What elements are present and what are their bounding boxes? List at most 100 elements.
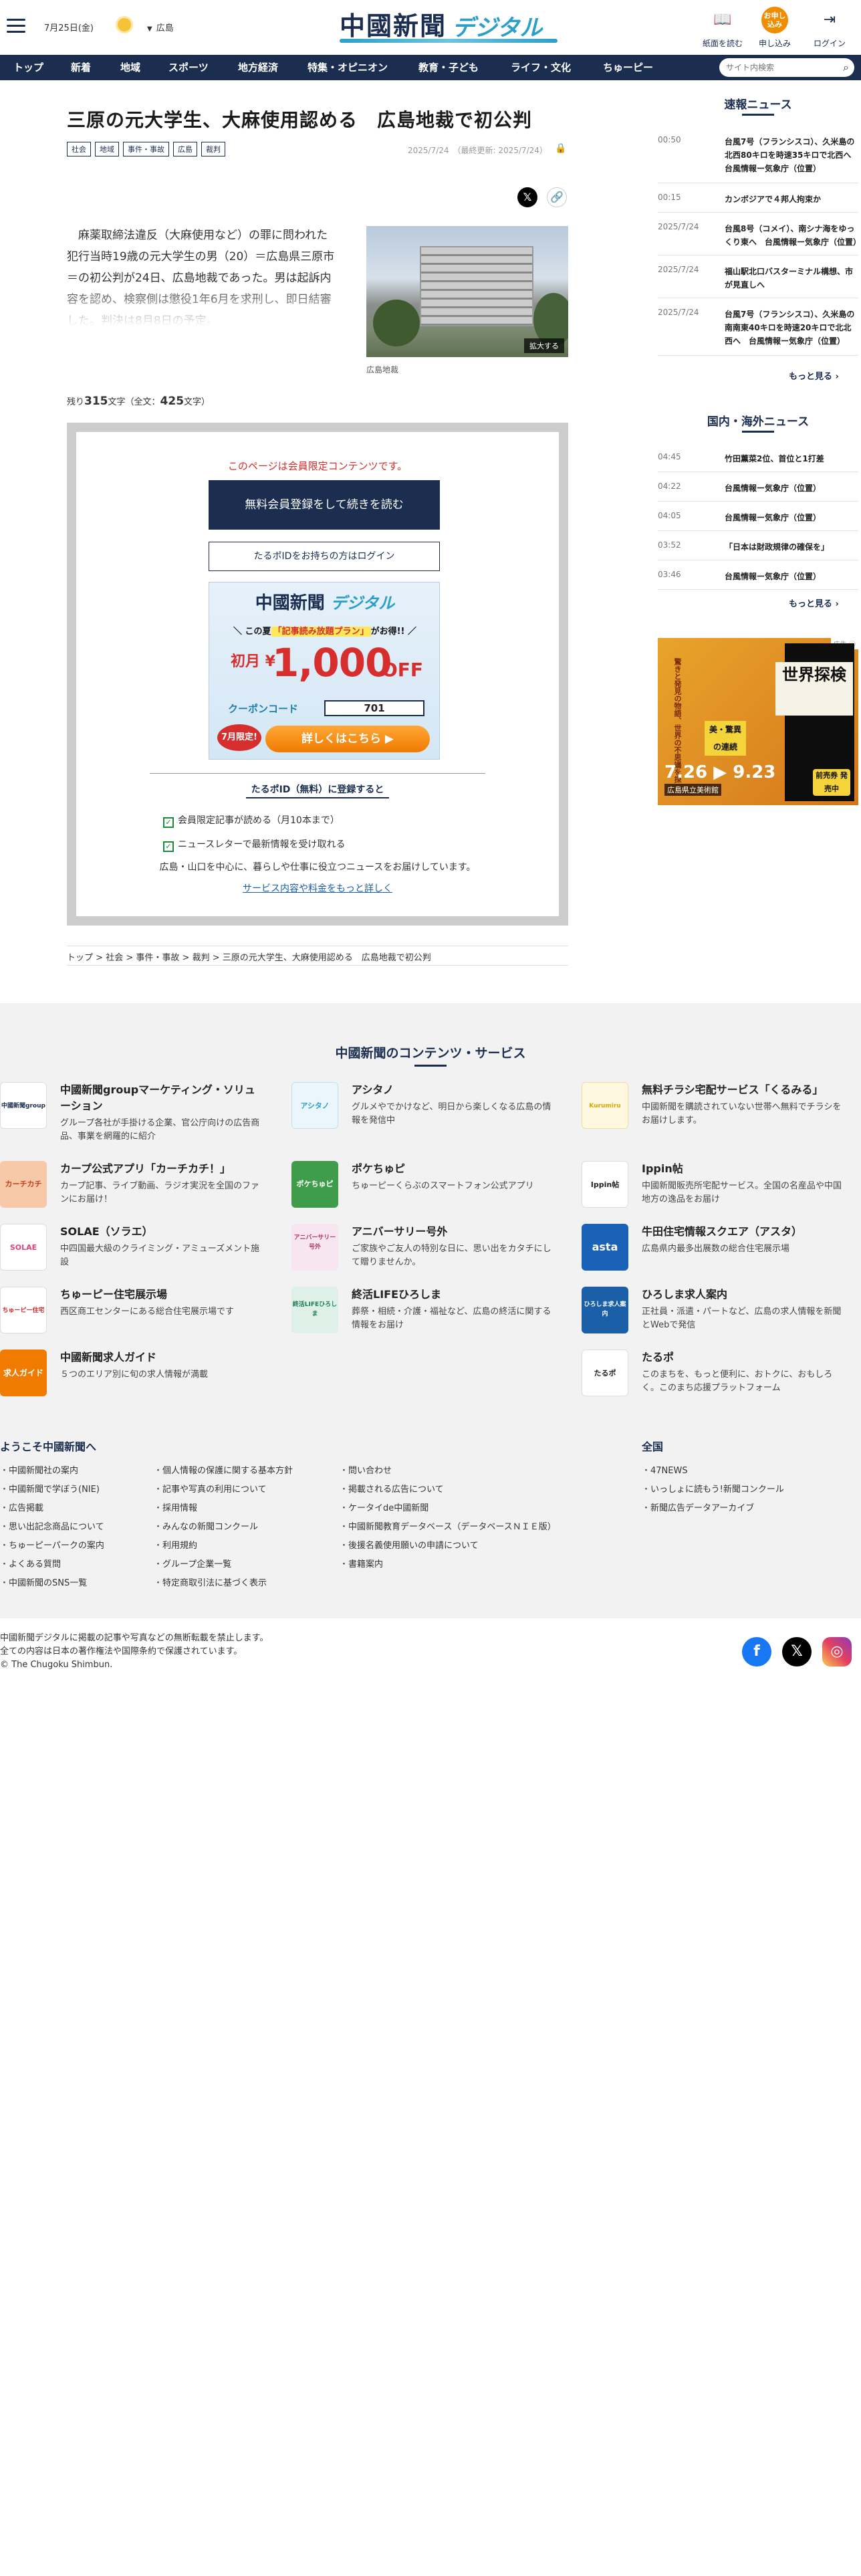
nav-education[interactable]: 教育・子ども <box>418 55 479 80</box>
service-desc: ５つのエリア別に旬の求人情報が満載 <box>60 1370 209 1380</box>
world-more-link[interactable]: もっと見る › <box>789 597 839 609</box>
breadcrumb-item[interactable]: 事件・事故 <box>136 953 179 963</box>
service-item[interactable]: アニバーサリー号外 アニバーサリー号外 ご家族やご友人の特別な日に、思い出をカタ… <box>291 1224 552 1277</box>
lock-icon: 🔒 <box>555 143 567 154</box>
breaking-news-item[interactable]: 00:15 カンボジアで４邦人拘束か <box>658 193 858 213</box>
footer-link[interactable]: 47NEWS <box>642 1463 688 1476</box>
menu-icon[interactable] <box>7 19 25 33</box>
login-label: ログイン <box>813 39 846 48</box>
breadcrumb-item[interactable]: 社会 <box>106 953 123 963</box>
national-heading: 全国 <box>642 1440 664 1453</box>
footer-link[interactable]: よくある質問 <box>0 1557 61 1570</box>
region-selector[interactable]: ▼ 広島 <box>147 21 174 33</box>
ad-title: 世界探検 <box>775 662 853 716</box>
nav-economy[interactable]: 地方経済 <box>238 55 278 80</box>
free-register-button[interactable]: 無料会員登録をして続きを読む <box>209 480 440 530</box>
service-name: カープ公式アプリ「カーチカチ！」 <box>60 1162 231 1175</box>
footer-link[interactable]: 書籍案内 <box>340 1557 383 1570</box>
world-news-item[interactable]: 04:05 台風情報ー気象庁（位置） <box>658 511 858 531</box>
service-item[interactable]: Kurumiru 無料チラシ宅配サービス「くるみる」 中國新聞を購読されていない… <box>582 1082 842 1136</box>
banner-price-num: 1,000 <box>272 640 392 685</box>
breaking-news-item[interactable]: 2025/7/24 台風7号（フランシスコ）、久米島の南南東40キロを時速20キロ… <box>658 308 858 356</box>
service-item[interactable]: 終活LIFEひろしま 終活LIFEひろしま 葬祭・相続・介護・福祉など、広島の終… <box>291 1287 552 1340</box>
footer-link[interactable]: グループ企業一覧 <box>154 1557 231 1570</box>
nav-top[interactable]: トップ <box>13 55 43 80</box>
service-item[interactable]: SOLAE SOLAE（ソラエ） 中四国最大級のクライミング・アミューズメント施… <box>0 1224 261 1277</box>
nav-chupy[interactable]: ちゅーピー <box>603 55 653 80</box>
world-news-item[interactable]: 04:22 台風情報ー気象庁（位置） <box>658 481 858 502</box>
footer-link[interactable]: 個人情報の保護に関する基本方針 <box>154 1463 293 1476</box>
footer-link[interactable]: 後援名義使用願いの申請について <box>340 1538 479 1551</box>
breaking-news-item[interactable]: 00:50 台風7号（フランシスコ）、久米島の北西80キロを時速35キロで北西へ … <box>658 135 859 183</box>
footer-link[interactable]: 掲載される広告について <box>340 1482 444 1495</box>
service-item[interactable]: ポケちゅピ ポケちゅピ ちゅーピーくらぶのスマートフォン公式アプリ <box>291 1161 552 1214</box>
footer-link[interactable]: 利用規約 <box>154 1538 197 1551</box>
footer-link[interactable]: 採用情報 <box>154 1501 197 1513</box>
login-button[interactable]: ⇥ ログイン <box>806 7 853 49</box>
service-name: 終活LIFEひろしま <box>352 1288 442 1301</box>
news-headline: 福山駅北口バスターミナル構想、市が見直しへ <box>725 267 854 290</box>
breaking-news-item[interactable]: 2025/7/24 台風8号（コメイ）、南シナ海をゆっくり東へ 台風情報ー気象庁（… <box>658 222 861 255</box>
facebook-icon[interactable]: f <box>742 1637 771 1667</box>
nav-life[interactable]: ライフ・文化 <box>511 55 571 80</box>
breaking-more-link[interactable]: もっと見る › <box>789 369 839 382</box>
footer-link[interactable]: ケータイde中國新聞 <box>340 1501 428 1513</box>
footer-link[interactable]: いっしょに読もう!新聞コンクール <box>642 1482 784 1495</box>
banner-details-button[interactable]: 詳しくはこちら ▶ <box>265 726 430 752</box>
article-photo[interactable]: 拡大する <box>366 226 568 357</box>
footer-link[interactable]: みんなの新聞コンクール <box>154 1519 258 1532</box>
share-x-button[interactable]: 𝕏 <box>517 187 537 207</box>
service-item[interactable]: Ippin帖 Ippin帖 中國新聞販売所宅配サービス。全国の名産品や中国地方の… <box>582 1161 842 1214</box>
footer-link[interactable]: 新聞広告データアーカイブ <box>642 1501 754 1513</box>
tarupo-login-button[interactable]: たるポIDをお持ちの方はログイン <box>209 542 440 571</box>
nav-sports[interactable]: スポーツ <box>168 55 209 80</box>
read-paper-button[interactable]: 📖 紙面を読む <box>699 7 746 49</box>
tag-item[interactable]: 広島 <box>173 142 197 156</box>
service-item[interactable]: ひろしま求人案内 ひろしま求人案内 正社員・派遣・パートなど、広島の求人情報を新… <box>582 1287 842 1340</box>
search-input[interactable] <box>726 61 833 74</box>
service-item[interactable]: 求人ガイド 中國新聞求人ガイド ５つのエリア別に旬の求人情報が満載 <box>0 1350 261 1403</box>
world-news-item[interactable]: 03:52 「日本は財政規律の確保を」 <box>658 540 858 560</box>
footer-link[interactable]: ちゅーピーパークの案内 <box>0 1538 104 1551</box>
service-details-link[interactable]: サービス内容や料金をもっと詳しく <box>76 881 559 895</box>
tag-item[interactable]: 裁判 <box>201 142 225 156</box>
tag-item[interactable]: 地域 <box>95 142 119 156</box>
service-item[interactable]: ちゅーピー住宅 ちゅーピー住宅展示場 西区商工センターにある総合住宅展示場です <box>0 1287 261 1340</box>
footer-link[interactable]: 記事や写真の利用について <box>154 1482 267 1495</box>
footer-link[interactable]: 中國新聞のSNS一覧 <box>0 1576 87 1588</box>
expand-photo-button[interactable]: 拡大する <box>524 338 564 353</box>
footer-link[interactable]: 思い出記念商品について <box>0 1519 104 1532</box>
instagram-icon[interactable]: ◎ <box>822 1637 852 1667</box>
service-item[interactable]: カーチカチ カープ公式アプリ「カーチカチ！」 カープ記事、ライブ動画、ラジオ実況… <box>0 1161 261 1214</box>
x-icon[interactable]: 𝕏 <box>782 1637 812 1667</box>
sidebar-ad[interactable]: 広告 ⓘ 世界探検 驚きと発見の物語、世界の不思議を探る 美・驚異 の連続 7.… <box>658 638 858 805</box>
service-item[interactable]: 中國新聞group 中國新聞groupマーケティング・ソリューション グループ各… <box>0 1082 261 1142</box>
breadcrumb-item[interactable]: 裁判 <box>193 953 210 963</box>
apply-button[interactable]: お申し込み 申し込み <box>751 7 798 49</box>
breaking-news-item[interactable]: 2025/7/24 福山駅北口バスターミナル構想、市が見直しへ <box>658 265 858 298</box>
tag-item[interactable]: 事件・事故 <box>123 142 169 156</box>
footer-link[interactable]: 問い合わせ <box>340 1463 392 1476</box>
footer-link[interactable]: 中國新聞教育データベース（データベースＮＩＥ版） <box>340 1519 556 1532</box>
world-news-heading: 国内・海外ニュース <box>707 415 810 429</box>
copy-link-icon[interactable]: 🔗 <box>547 187 567 207</box>
benefit-item: ✓ ニュースレターで最新情報を受け取れる <box>163 837 345 852</box>
footer-link[interactable]: 中國新聞で学ぼう(NIE) <box>0 1482 100 1495</box>
service-item[interactable]: たるポ たるポ このまちを、もっと便利に、おトクに、おもしろく。このまち応援プラ… <box>582 1350 842 1403</box>
service-item[interactable]: asta 牛田住宅情報スクエア（アスタ） 広島県内最多出展数の総合住宅展示場 <box>582 1224 842 1277</box>
footer-link[interactable]: 特定商取引法に基づく表示 <box>154 1576 267 1588</box>
promo-banner[interactable]: 中國新聞 デジタル ＼ この夏 「記事読み放題プラン」 がお得!! ／ 初月 ¥ 1… <box>209 582 440 760</box>
footer-link[interactable]: 中國新聞社の案内 <box>0 1463 78 1476</box>
site-logo[interactable]: 中國新聞 デジタル <box>340 5 558 44</box>
breadcrumb-item[interactable]: トップ <box>67 953 93 963</box>
banner-price-pre: 初月 ¥ <box>231 653 275 670</box>
search-icon[interactable]: ⌕ <box>843 61 849 74</box>
nav-region[interactable]: 地域 <box>120 55 140 80</box>
service-item[interactable]: アシタノ アシタノ グルメやでかけなど、明日から楽しくなる広島の情報を発信中 <box>291 1082 552 1136</box>
nav-opinion[interactable]: 特集・オピニオン <box>308 55 388 80</box>
footer-link[interactable]: 広告掲載 <box>0 1501 43 1513</box>
world-news-item[interactable]: 03:46 台風情報ー気象庁（位置） <box>658 570 858 590</box>
world-news-item[interactable]: 04:45 竹田薫菜2位、首位と1打差 <box>658 452 858 472</box>
nav-new[interactable]: 新着 <box>71 55 91 80</box>
tag-item[interactable]: 社会 <box>67 142 91 156</box>
